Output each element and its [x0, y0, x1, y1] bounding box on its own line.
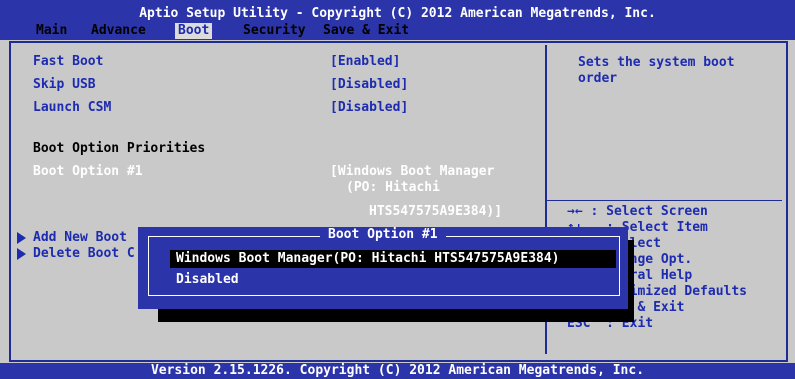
utility-title: Aptio Setup Utility - Copyright (C) 2012…: [139, 6, 656, 21]
boot-priorities-heading: Boot Option Priorities: [33, 141, 206, 156]
version-text: Version 2.15.1226. Copyright (C) 2012 Am…: [150, 363, 645, 378]
popup-option-disabled[interactable]: Disabled: [176, 272, 239, 288]
footer-bar: Version 2.15.1226. Copyright (C) 2012 Am…: [0, 363, 795, 379]
add-new-boot-option[interactable]: Add New Boot: [33, 230, 127, 246]
boot-option-1-value-line3: HTS547575A9E384)]: [369, 204, 503, 219]
delete-boot-option[interactable]: Delete Boot C: [33, 246, 135, 262]
fast-boot-label[interactable]: Fast Boot: [33, 54, 103, 70]
submenu-arrow-icon: [17, 248, 26, 260]
submenu-arrow-icon: [17, 232, 26, 244]
boot-option-1-value-line1[interactable]: [Windows Boot Manager: [330, 164, 494, 180]
tab-save-exit[interactable]: Save & Exit: [320, 23, 412, 39]
tab-security[interactable]: Security: [240, 23, 309, 39]
popup-title: Boot Option #1: [320, 227, 446, 243]
popup-option-windows-boot-manager[interactable]: Windows Boot Manager(PO: Hitachi HTS5475…: [170, 250, 616, 268]
skip-usb-value[interactable]: [Disabled]: [330, 77, 408, 93]
fast-boot-value[interactable]: [Enabled]: [330, 54, 400, 70]
tab-advance[interactable]: Advance: [88, 23, 149, 39]
key-hint-select-screen: →← : Select Screen: [567, 204, 708, 219]
header-bar: Aptio Setup Utility - Copyright (C) 2012…: [0, 0, 795, 40]
boot-option-1-value-line2: (PO: Hitachi: [346, 180, 440, 195]
launch-csm-value[interactable]: [Disabled]: [330, 100, 408, 116]
skip-usb-label[interactable]: Skip USB: [33, 77, 96, 93]
help-description-line2: order: [578, 71, 618, 86]
boot-option-1-label[interactable]: Boot Option #1: [33, 164, 143, 180]
launch-csm-label[interactable]: Launch CSM: [33, 100, 111, 116]
tab-boot[interactable]: Boot: [175, 23, 213, 39]
help-description-line1: Sets the system boot: [578, 55, 735, 70]
tab-main[interactable]: Main: [33, 23, 70, 39]
help-divider: [547, 200, 782, 201]
